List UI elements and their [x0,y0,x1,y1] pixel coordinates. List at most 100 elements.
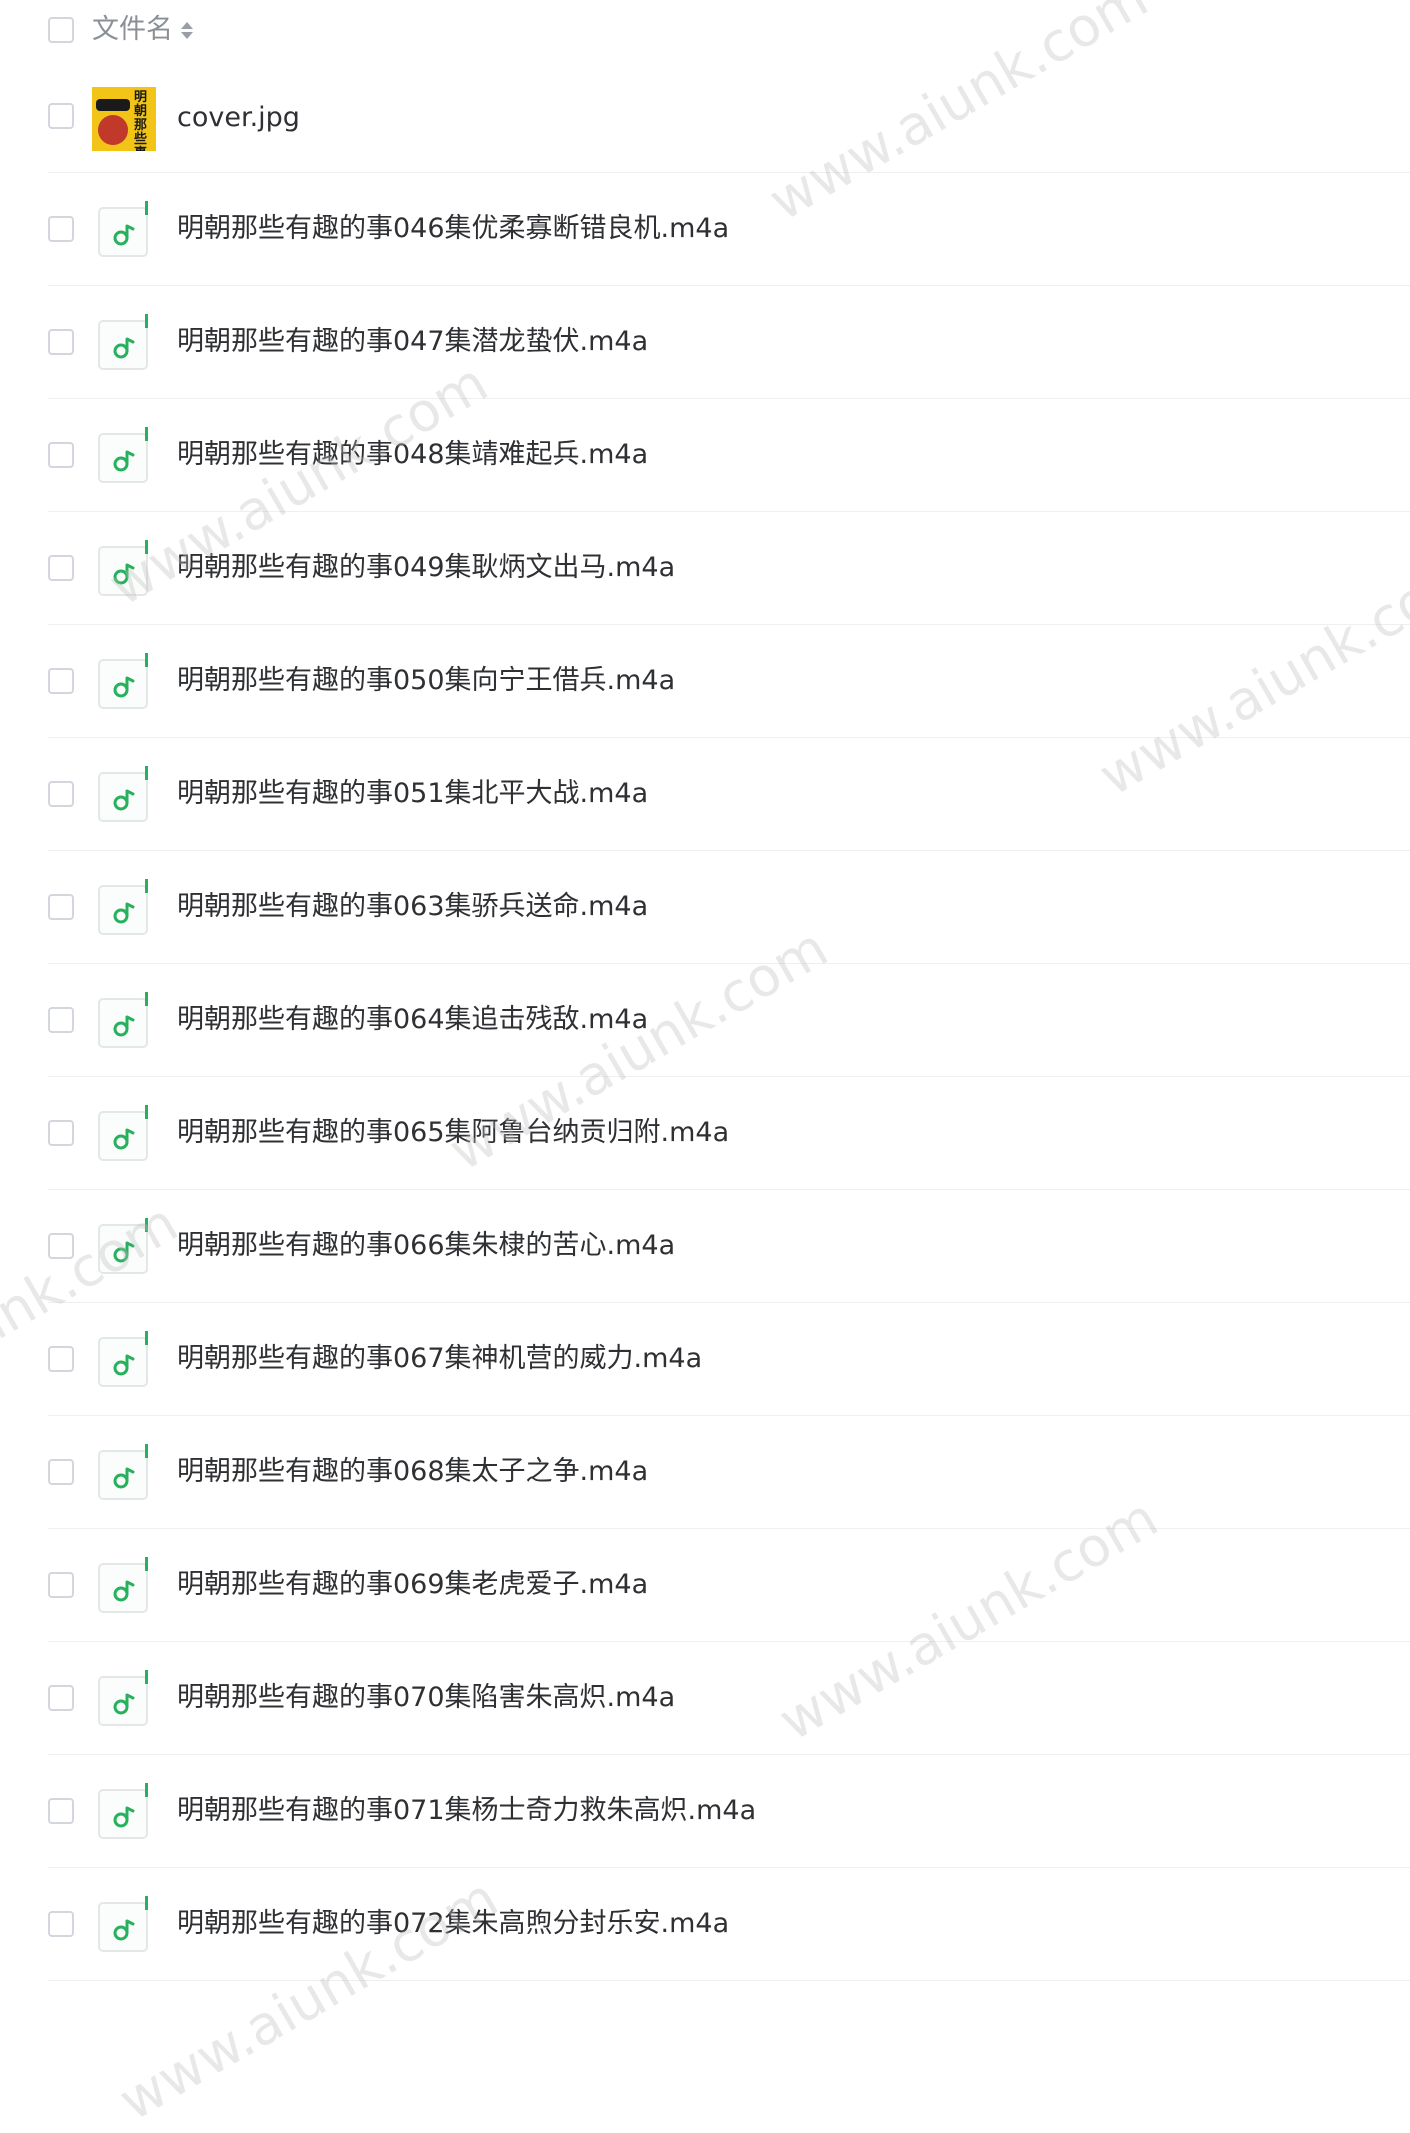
music-note-icon[interactable] [98,1111,148,1161]
music-note-icon[interactable] [98,433,148,483]
column-header-filename[interactable]: 文件名 [92,13,193,47]
music-note-icon[interactable] [98,1676,148,1726]
file-checkbox[interactable] [48,1007,74,1033]
music-note-icon[interactable] [98,1902,148,1952]
file-name[interactable]: 明朝那些有趣的事071集杨士奇力救朱高炽.m4a [177,1793,756,1829]
music-note-icon[interactable] [98,546,148,596]
audio-corner-mark [145,201,148,215]
audio-corner-mark [145,992,148,1006]
file-row[interactable]: 明朝那些有趣的事067集神机营的威力.m4a [48,1303,1410,1416]
note-glyph-icon [112,334,138,360]
note-glyph-icon [112,1464,138,1490]
file-checkbox[interactable] [48,1233,74,1259]
file-checkbox[interactable] [48,1459,74,1485]
note-glyph-icon [112,1916,138,1942]
note-glyph-icon [112,221,138,247]
note-glyph-icon [112,1690,138,1716]
file-name[interactable]: 明朝那些有趣的事064集追击残敌.m4a [177,1002,648,1038]
file-row[interactable]: 明朝那些有趣的事070集陷害朱高炽.m4a [48,1642,1410,1755]
file-checkbox[interactable] [48,1346,74,1372]
sort-down-icon [181,32,193,39]
file-checkbox[interactable] [48,1685,74,1711]
file-name[interactable]: 明朝那些有趣的事065集阿鲁台纳贡归附.m4a [177,1115,729,1151]
note-glyph-icon [112,786,138,812]
audio-corner-mark [145,427,148,441]
music-note-icon[interactable] [98,1789,148,1839]
file-row[interactable]: 明朝那些有趣的事049集耿炳文出马.m4a [48,512,1410,625]
cover-figure-shape [98,115,128,145]
file-checkbox[interactable] [48,1798,74,1824]
file-checkbox[interactable] [48,216,74,242]
select-all-checkbox[interactable] [48,17,74,43]
file-row[interactable]: 明朝那些有趣的事071集杨士奇力救朱高炽.m4a [48,1755,1410,1868]
file-checkbox[interactable] [48,442,74,468]
music-note-icon[interactable] [98,1450,148,1500]
audio-corner-mark [145,1105,148,1119]
file-row[interactable]: 明朝那些有趣的事046集优柔寡断错良机.m4a [48,173,1410,286]
file-checkbox[interactable] [48,1120,74,1146]
audio-corner-mark [145,1557,148,1571]
file-row[interactable]: 明朝那些有趣的事065集阿鲁台纳贡归附.m4a [48,1077,1410,1190]
music-note-icon[interactable] [98,659,148,709]
file-row[interactable]: 明朝那些有趣的事051集北平大战.m4a [48,738,1410,851]
file-name[interactable]: 明朝那些有趣的事070集陷害朱高炽.m4a [177,1680,675,1716]
file-row[interactable]: 明朝那些有趣的事048集靖难起兵.m4a [48,399,1410,512]
audio-corner-mark [145,1783,148,1797]
note-glyph-icon [112,1577,138,1603]
note-glyph-icon [112,1238,138,1264]
music-note-icon[interactable] [98,885,148,935]
music-note-icon[interactable] [98,207,148,257]
note-glyph-icon [112,899,138,925]
music-note-icon[interactable] [98,772,148,822]
file-name[interactable]: 明朝那些有趣的事069集老虎爱子.m4a [177,1567,648,1603]
music-note-icon[interactable] [98,1337,148,1387]
audio-corner-mark [145,1444,148,1458]
file-checkbox[interactable] [48,668,74,694]
image-thumbnail[interactable]: 明朝那些事 [92,87,156,151]
file-row[interactable]: 明朝那些有趣的事066集朱棣的苦心.m4a [48,1190,1410,1303]
file-name[interactable]: 明朝那些有趣的事046集优柔寡断错良机.m4a [177,211,729,247]
file-row[interactable]: 明朝那些有趣的事063集骄兵送命.m4a [48,851,1410,964]
file-name[interactable]: cover.jpg [177,100,300,136]
music-note-icon[interactable] [98,1563,148,1613]
file-checkbox[interactable] [48,781,74,807]
file-row[interactable]: 明朝那些有趣的事047集潜龙蛰伏.m4a [48,286,1410,399]
column-header-label: 文件名 [92,13,173,47]
cover-title-text: 明朝那些事 [134,91,152,151]
music-note-icon[interactable] [98,998,148,1048]
file-rows: 明朝那些事 cover.jpg 明朝那些有趣的事046集优柔寡断错良机.m4a 明朝那… [0,60,1410,1981]
file-row[interactable]: 明朝那些有趣的事069集老虎爱子.m4a [48,1529,1410,1642]
file-row[interactable]: 明朝那些有趣的事072集朱高煦分封乐安.m4a [48,1868,1410,1981]
file-name[interactable]: 明朝那些有趣的事050集向宁王借兵.m4a [177,663,675,699]
file-checkbox[interactable] [48,1911,74,1937]
note-glyph-icon [112,447,138,473]
file-name[interactable]: 明朝那些有趣的事067集神机营的威力.m4a [177,1341,702,1377]
note-glyph-icon [112,1012,138,1038]
music-note-icon[interactable] [98,1224,148,1274]
file-checkbox[interactable] [48,1572,74,1598]
file-name[interactable]: 明朝那些有趣的事066集朱棣的苦心.m4a [177,1228,675,1264]
file-name[interactable]: 明朝那些有趣的事047集潜龙蛰伏.m4a [177,324,648,360]
file-name[interactable]: 明朝那些有趣的事049集耿炳文出马.m4a [177,550,675,586]
file-row[interactable]: 明朝那些事 cover.jpg [48,60,1410,173]
note-glyph-icon [112,673,138,699]
note-glyph-icon [112,1351,138,1377]
file-row[interactable]: 明朝那些有趣的事050集向宁王借兵.m4a [48,625,1410,738]
file-row[interactable]: 明朝那些有趣的事068集太子之争.m4a [48,1416,1410,1529]
file-name[interactable]: 明朝那些有趣的事063集骄兵送命.m4a [177,889,648,925]
file-name[interactable]: 明朝那些有趣的事068集太子之争.m4a [177,1454,648,1490]
file-name[interactable]: 明朝那些有趣的事072集朱高煦分封乐安.m4a [177,1906,729,1942]
file-checkbox[interactable] [48,555,74,581]
file-name[interactable]: 明朝那些有趣的事051集北平大战.m4a [177,776,648,812]
audio-corner-mark [145,1896,148,1910]
note-glyph-icon [112,560,138,586]
file-checkbox[interactable] [48,894,74,920]
file-name[interactable]: 明朝那些有趣的事048集靖难起兵.m4a [177,437,648,473]
audio-corner-mark [145,540,148,554]
music-note-icon[interactable] [98,320,148,370]
sort-icon[interactable] [181,22,193,39]
file-checkbox[interactable] [48,329,74,355]
note-glyph-icon [112,1803,138,1829]
file-checkbox[interactable] [48,103,74,129]
file-row[interactable]: 明朝那些有趣的事064集追击残敌.m4a [48,964,1410,1077]
